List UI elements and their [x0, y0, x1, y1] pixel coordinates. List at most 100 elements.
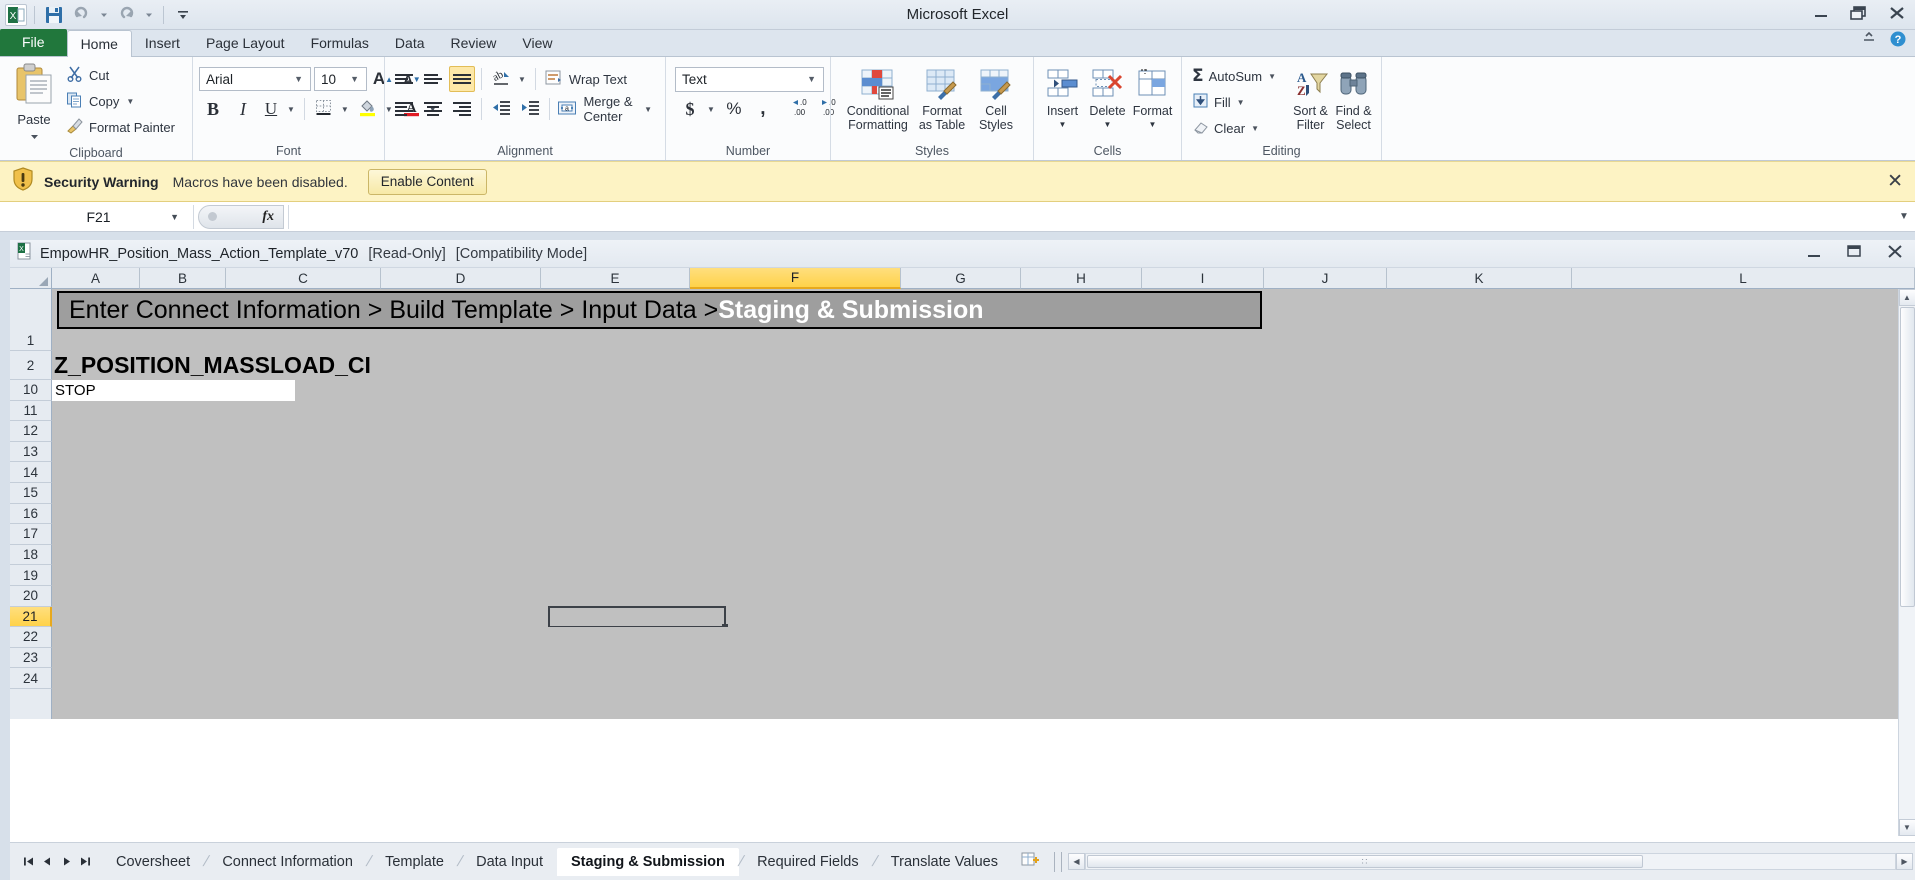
sheet-tab-translate-values[interactable]: Translate Values	[877, 849, 1012, 875]
insert-worksheet-button[interactable]	[1012, 850, 1048, 873]
column-header-I[interactable]: I	[1142, 268, 1264, 289]
ribbon-tab-review[interactable]: Review	[438, 31, 510, 56]
fill-button[interactable]: Fill ▼	[1188, 90, 1283, 114]
insert-cells-dropdown-icon[interactable]: ▼	[1059, 118, 1067, 132]
font-size-combo[interactable]: 10 ▼	[314, 67, 367, 91]
ribbon-tab-formulas[interactable]: Formulas	[298, 31, 382, 56]
increase-decimal-button[interactable]: .0 .00	[788, 96, 814, 122]
undo-dropdown-icon[interactable]	[96, 3, 111, 27]
scroll-down-arrow-icon[interactable]: ▼	[1898, 819, 1915, 836]
row-14-cells[interactable]	[52, 462, 1915, 483]
expand-formula-bar-icon[interactable]: ▼	[1893, 211, 1915, 222]
borders-button[interactable]	[311, 96, 337, 122]
ribbon-tab-page-layout[interactable]: Page Layout	[193, 31, 298, 56]
row-22-cells[interactable]	[52, 627, 1915, 648]
autosum-dropdown-icon[interactable]: ▼	[1267, 72, 1279, 81]
split-handle[interactable]	[1054, 851, 1062, 872]
close-security-bar-button[interactable]: ✕	[1887, 170, 1903, 193]
row-17-cells[interactable]	[52, 524, 1915, 545]
customize-qat-icon[interactable]	[171, 3, 195, 27]
cell-A10[interactable]: STOP	[52, 380, 295, 401]
redo-icon[interactable]	[114, 3, 138, 27]
accounting-dropdown-icon[interactable]: ▼	[706, 105, 718, 114]
font-name-chevron-down-icon[interactable]: ▼	[288, 74, 308, 84]
row-header-11[interactable]: 11	[10, 400, 52, 422]
help-icon[interactable]: ?	[1889, 30, 1907, 53]
ribbon-tab-insert[interactable]: Insert	[132, 31, 193, 56]
align-right-button[interactable]	[449, 96, 475, 122]
scroll-left-arrow-icon[interactable]: ◀	[1068, 853, 1085, 870]
row-header-10[interactable]: 10	[10, 380, 52, 401]
decrease-indent-button[interactable]	[488, 96, 514, 122]
row-12-cells[interactable]	[52, 421, 1915, 442]
document-minimize-button[interactable]	[1805, 245, 1823, 263]
paste-button[interactable]: Paste	[6, 60, 62, 145]
sheet-tab-required-fields[interactable]: Required Fields	[743, 849, 873, 875]
row-18-cells[interactable]	[52, 544, 1915, 566]
align-middle-button[interactable]	[420, 66, 446, 92]
column-header-A[interactable]: A	[52, 268, 140, 289]
cut-button[interactable]: Cut	[62, 64, 179, 86]
autosum-button[interactable]: Σ AutoSum ▼	[1188, 64, 1283, 88]
row-15-cells[interactable]	[52, 482, 1915, 504]
orientation-button[interactable]: ab	[488, 66, 514, 92]
row-header-2[interactable]: 2	[10, 351, 52, 380]
save-icon[interactable]	[42, 3, 66, 27]
row-header-14[interactable]: 14	[10, 462, 52, 483]
conditional-formatting-button[interactable]: Conditional Formatting	[841, 62, 915, 132]
document-close-button[interactable]	[1885, 244, 1905, 264]
accounting-format-button[interactable]: $	[677, 96, 703, 122]
merge-center-dropdown-icon[interactable]: ▼	[643, 105, 655, 114]
active-cell-selection[interactable]	[548, 605, 728, 630]
sheet-tab-template[interactable]: Template	[371, 849, 458, 875]
row-19-cells[interactable]	[52, 565, 1915, 586]
align-left-button[interactable]	[391, 96, 417, 122]
align-bottom-button[interactable]	[449, 66, 475, 92]
undo-icon[interactable]	[69, 3, 93, 27]
fill-color-button[interactable]	[355, 96, 381, 122]
formula-input[interactable]	[288, 204, 1893, 229]
row-header-1[interactable]: 1	[10, 289, 52, 351]
row-header-17[interactable]: 17	[10, 524, 52, 545]
merge-center-button[interactable]: a Merge & Center ▼	[555, 94, 659, 124]
row-21-cells[interactable]	[52, 605, 1915, 630]
row-header-15[interactable]: 15	[10, 482, 52, 504]
column-header-H[interactable]: H	[1021, 268, 1142, 289]
restore-button[interactable]	[1845, 2, 1873, 24]
comma-format-button[interactable]: ,	[750, 96, 776, 122]
align-top-button[interactable]	[391, 66, 417, 92]
sheet-tab-coversheet[interactable]: Coversheet	[102, 849, 204, 875]
borders-dropdown-icon[interactable]: ▼	[340, 105, 352, 114]
orientation-dropdown-icon[interactable]: ▼	[517, 75, 529, 84]
row-header-21[interactable]: 21	[10, 606, 52, 628]
ribbon-tab-home[interactable]: Home	[66, 30, 132, 57]
vertical-scrollbar[interactable]: ▲ ▼	[1898, 289, 1915, 836]
underline-dropdown-icon[interactable]: ▼	[286, 105, 298, 114]
minimize-ribbon-icon[interactable]	[1861, 31, 1877, 52]
fill-dropdown-icon[interactable]: ▼	[1236, 98, 1248, 107]
column-header-F[interactable]: F	[690, 268, 901, 289]
redo-dropdown-icon[interactable]	[141, 3, 156, 27]
format-as-table-button[interactable]: Format as Table	[915, 62, 969, 132]
column-header-C[interactable]: C	[226, 268, 381, 289]
number-format-combo[interactable]: Text ▼	[675, 66, 824, 92]
font-name-combo[interactable]: Arial ▼	[199, 67, 311, 91]
row-header-22[interactable]: 22	[10, 627, 52, 648]
paste-dropdown-icon[interactable]	[30, 127, 39, 145]
row-11-cells[interactable]	[52, 400, 1915, 422]
delete-cells-dropdown-icon[interactable]: ▼	[1104, 118, 1112, 132]
row-header-16[interactable]: 16	[10, 503, 52, 525]
name-box[interactable]: F21 ▼	[4, 204, 194, 229]
sheet-tab-connect-information[interactable]: Connect Information	[208, 849, 367, 875]
insert-cells-button[interactable]: Insert ▼	[1040, 62, 1085, 132]
ribbon-tab-view[interactable]: View	[509, 31, 565, 56]
select-all-button[interactable]	[10, 268, 52, 289]
clear-button[interactable]: Clear ▼	[1188, 116, 1283, 140]
underline-button[interactable]: U	[259, 96, 283, 122]
row-header-23[interactable]: 23	[10, 647, 52, 669]
row-23-cells[interactable]	[52, 647, 1915, 669]
row-header-18[interactable]: 18	[10, 544, 52, 566]
row-24-cells[interactable]	[52, 668, 1915, 689]
row-header-12[interactable]: 12	[10, 421, 52, 442]
column-header-B[interactable]: B	[140, 268, 226, 289]
